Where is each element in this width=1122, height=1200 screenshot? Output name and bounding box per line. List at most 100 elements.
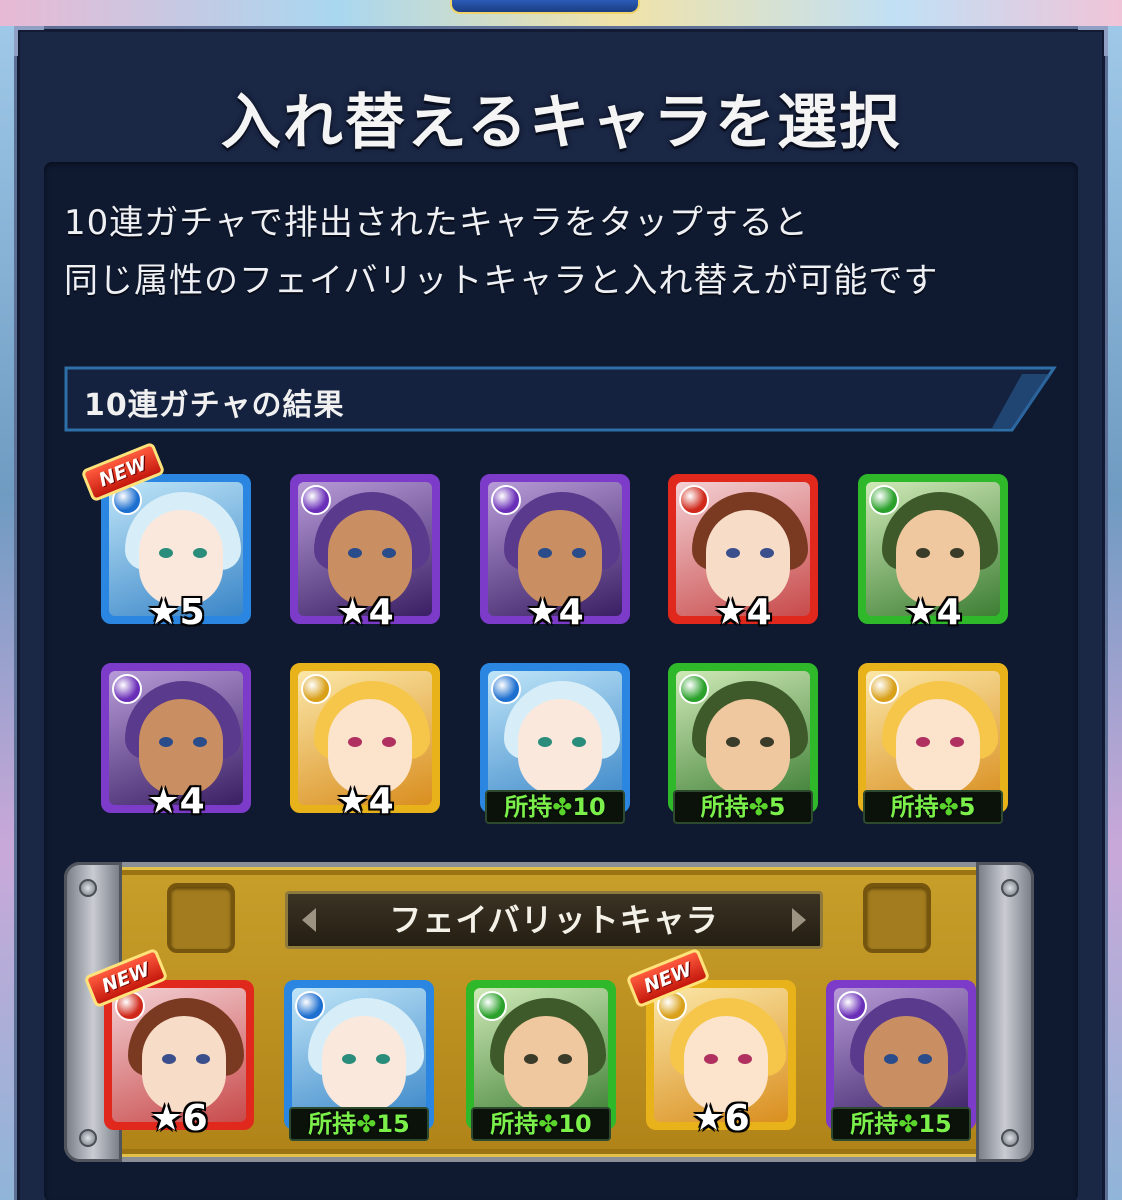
favorite-character-card[interactable]: 所持✤10	[466, 980, 616, 1141]
character-face	[504, 1016, 588, 1112]
character-eye	[950, 548, 964, 558]
owned-label: 所持	[700, 793, 749, 821]
dark-element-icon	[837, 991, 867, 1021]
gacha-result-card[interactable]: 所持✤10	[480, 663, 630, 824]
character-eye	[159, 737, 173, 747]
character-eye	[572, 548, 586, 558]
owned-count-badge: 所持✤10	[485, 790, 625, 824]
description-line-2: 同じ属性のフェイバリットキャラと入れ替えが可能です	[64, 261, 939, 301]
gacha-result-card[interactable]: ★4	[290, 663, 440, 822]
favorite-character-card[interactable]: ★6 NEW	[83, 947, 254, 1139]
gacha-results-header: 10連ガチャの結果	[62, 366, 1058, 434]
clover-icon: ✤	[552, 793, 573, 821]
rarity-stars: ★4	[147, 781, 205, 822]
gacha-result-card[interactable]: ★4	[668, 474, 818, 633]
clover-icon: ✤	[538, 1110, 559, 1138]
rarity-stars: ★4	[336, 592, 394, 633]
clover-icon: ✤	[938, 793, 959, 821]
character-eye	[342, 1054, 356, 1064]
arrow-right-icon	[792, 908, 806, 932]
rarity-stars: ★5	[147, 592, 205, 633]
character-eye	[348, 737, 362, 747]
empty-slot-left	[167, 883, 235, 953]
gacha-result-card[interactable]: ★4	[480, 474, 630, 633]
light-element-icon	[301, 674, 331, 704]
bolt-icon	[79, 879, 97, 897]
dark-element-icon	[112, 674, 142, 704]
rarity-stars: ★4	[714, 592, 772, 633]
owned-label: 所持	[850, 1110, 899, 1138]
character-eye	[159, 548, 173, 558]
owned-count-badge: 所持✤10	[471, 1107, 611, 1141]
owned-count: 5	[958, 793, 976, 821]
owned-count: 10	[572, 793, 606, 821]
metal-frame-right	[976, 862, 1034, 1162]
dialog-title: 入れ替えるキャラを選択	[220, 88, 902, 158]
gacha-result-card[interactable]: ★5 NEW	[80, 441, 251, 633]
character-eye	[538, 548, 552, 558]
gacha-results-label: 10連ガチャの結果	[84, 388, 345, 423]
rarity-stars: ★4	[904, 592, 962, 633]
water-element-icon	[491, 674, 521, 704]
character-eye	[538, 737, 552, 747]
light-element-icon	[869, 674, 899, 704]
character-eye	[916, 737, 930, 747]
gacha-result-card[interactable]: ★4	[858, 474, 1008, 633]
character-eye	[572, 737, 586, 747]
favorite-character-card[interactable]: 所持✤15	[284, 980, 434, 1141]
character-eye	[162, 1054, 176, 1064]
rarity-stars: ★4	[526, 592, 584, 633]
owned-count-badge: 所持✤5	[673, 790, 813, 824]
character-eye	[524, 1054, 538, 1064]
character-eye	[726, 548, 740, 558]
character-eye	[916, 548, 930, 558]
background-edge-right	[1108, 26, 1122, 1200]
favorite-label-plate: フェイバリットキャラ	[285, 891, 823, 949]
character-eye	[376, 1054, 390, 1064]
character-face	[864, 1016, 948, 1112]
owned-count: 10	[558, 1110, 592, 1138]
character-eye	[918, 1054, 932, 1064]
character-eye	[196, 1054, 210, 1064]
owned-count: 5	[768, 793, 786, 821]
owned-label: 所持	[490, 1110, 539, 1138]
rarity-stars: ★4	[336, 781, 394, 822]
favorite-character-card[interactable]: ★6 NEW	[625, 947, 796, 1139]
favorite-character-card[interactable]: 所持✤15	[826, 980, 976, 1141]
clover-icon: ✤	[748, 793, 769, 821]
owned-label: 所持	[504, 793, 553, 821]
character-eye	[348, 548, 362, 558]
gacha-result-card[interactable]: 所持✤5	[858, 663, 1008, 824]
dialog-description: 10連ガチャで排出されたキャラをタップすると 同じ属性のフェイバリットキャラと入…	[64, 194, 1074, 310]
character-eye	[193, 548, 207, 558]
gacha-result-card[interactable]: 所持✤5	[668, 663, 818, 824]
gacha-result-card[interactable]: ★4	[101, 663, 251, 822]
character-face	[896, 699, 980, 795]
clover-icon: ✤	[356, 1110, 377, 1138]
wood-element-icon	[477, 991, 507, 1021]
owned-label: 所持	[308, 1110, 357, 1138]
clover-icon: ✤	[898, 1110, 919, 1138]
character-face	[322, 1016, 406, 1112]
character-eye	[760, 548, 774, 558]
owned-count: 15	[376, 1110, 410, 1138]
character-face	[706, 699, 790, 795]
dark-element-icon	[301, 485, 331, 515]
bolt-icon	[1001, 1129, 1019, 1147]
water-element-icon	[295, 991, 325, 1021]
empty-slot-right	[863, 883, 931, 953]
character-face	[518, 699, 602, 795]
background-edge-left	[0, 26, 14, 1200]
arrow-left-icon	[302, 908, 316, 932]
dark-element-icon	[491, 485, 521, 515]
fire-element-icon	[679, 485, 709, 515]
character-eye	[726, 737, 740, 747]
owned-label: 所持	[890, 793, 939, 821]
character-eye	[558, 1054, 572, 1064]
description-line-1: 10連ガチャで排出されたキャラをタップすると	[64, 203, 809, 243]
character-eye	[704, 1054, 718, 1064]
gacha-result-card[interactable]: ★4	[290, 474, 440, 633]
character-eye	[884, 1054, 898, 1064]
character-eye	[193, 737, 207, 747]
character-eye	[760, 737, 774, 747]
